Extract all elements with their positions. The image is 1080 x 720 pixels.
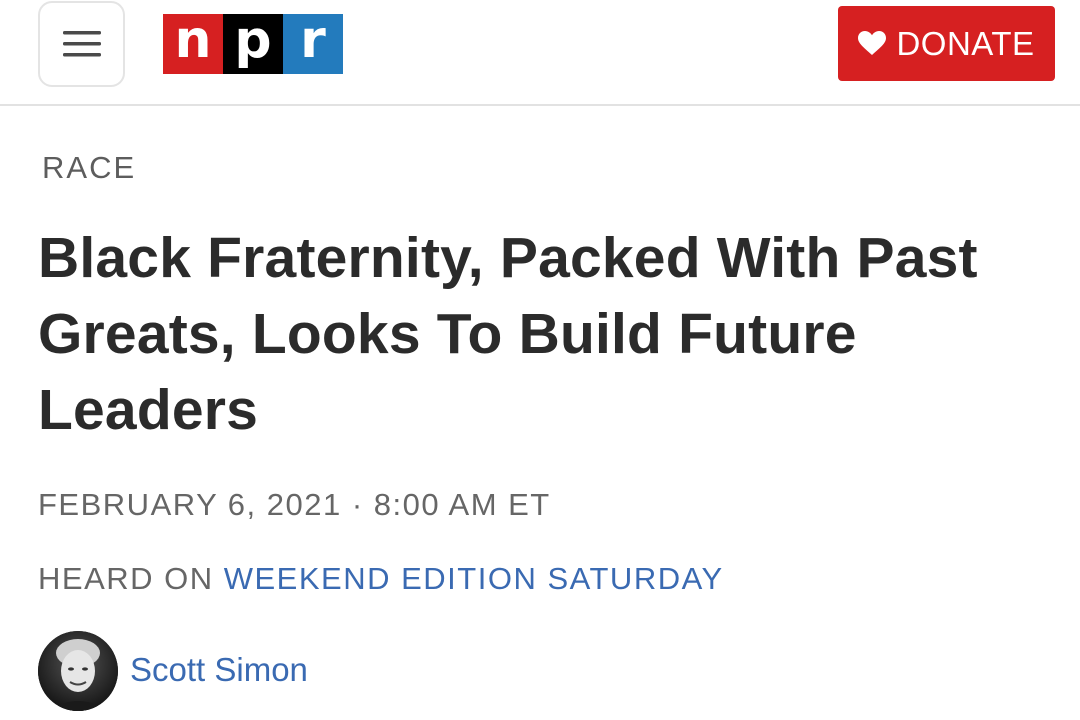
logo-letter-n: n	[163, 14, 223, 74]
logo-letter-r: r	[283, 14, 343, 74]
author-name-link[interactable]: Scott Simon	[130, 651, 308, 689]
heard-on-line: HEARD ON WEEKEND EDITION SATURDAY	[38, 561, 724, 597]
author-photo	[38, 631, 118, 711]
article-headline: Black Fraternity, Packed With Past Great…	[38, 226, 978, 442]
menu-button[interactable]	[38, 1, 125, 87]
npr-logo[interactable]: n p r	[163, 14, 343, 74]
donate-button[interactable]: DONATE	[838, 6, 1055, 81]
section-label[interactable]: RACE	[42, 150, 136, 186]
article-dateline: FEBRUARY 6, 2021 · 8:00 AM ET	[38, 487, 551, 522]
heard-on-prefix: HEARD ON	[38, 561, 224, 596]
hamburger-menu-icon	[62, 31, 101, 57]
author-avatar[interactable]	[38, 631, 118, 711]
donate-label: DONATE	[896, 24, 1035, 62]
program-link[interactable]: WEEKEND EDITION SATURDAY	[224, 561, 724, 596]
heart-icon	[858, 31, 887, 55]
logo-letter-p: p	[223, 14, 283, 74]
site-header: n p r DONATE	[0, 0, 1080, 106]
